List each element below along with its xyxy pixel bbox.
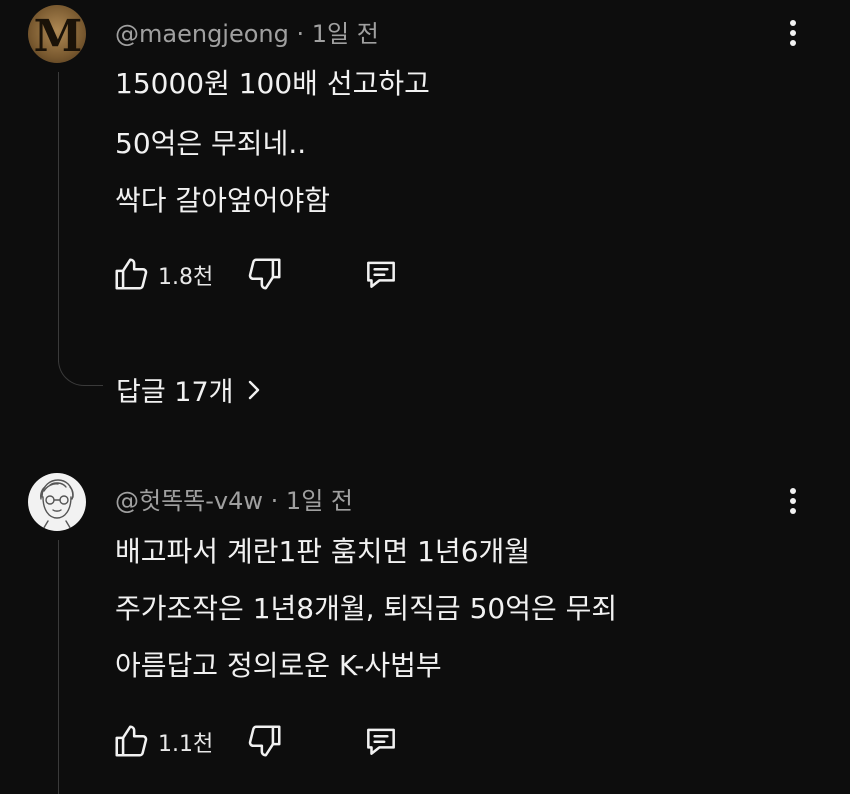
comment-time: 1일 전: [285, 487, 353, 515]
more-vert-icon[interactable]: [782, 20, 804, 54]
dislike-button[interactable]: [246, 253, 286, 293]
comment-meta: @maengjeong · 1일 전: [115, 14, 379, 49]
meta-separator: ·: [296, 20, 312, 48]
avatar[interactable]: M: [28, 5, 86, 63]
comment-text-line: 15000원 100배 선고하고: [115, 67, 430, 100]
reply-button[interactable]: [362, 253, 402, 293]
like-button[interactable]: 1.1천: [112, 720, 232, 760]
avatar[interactable]: [28, 473, 86, 531]
author-name[interactable]: @헛똑똑-v4w: [115, 487, 263, 515]
like-count: 1.1천: [158, 732, 214, 757]
comment-text-line: 싹다 갈아엎어야함: [115, 184, 330, 217]
chevron-right-icon: [247, 377, 261, 408]
view-replies-button[interactable]: 답글 17개: [116, 370, 261, 409]
thumbs-down-icon: [248, 725, 281, 757]
comment-text-line: 배고파서 계란1판 훔치면 1년6개월: [115, 535, 531, 568]
thumbs-down-icon: [248, 258, 281, 290]
reply-comment-icon: [367, 261, 395, 288]
thumbs-up-icon: [115, 258, 148, 290]
like-count: 1.8천: [158, 265, 214, 290]
thread-line: [58, 72, 59, 362]
thread-line: [58, 540, 59, 794]
comment-text-line: 주가조작은 1년8개월, 퇴직금 50억은 무죄: [115, 592, 618, 625]
dislike-button[interactable]: [246, 720, 286, 760]
reply-comment-icon: [367, 728, 395, 755]
reply-button[interactable]: [362, 720, 402, 760]
comment-meta: @헛똑똑-v4w · 1일 전: [115, 481, 353, 516]
meta-separator: ·: [270, 487, 286, 515]
avatar-letter: M: [33, 11, 83, 62]
author-name[interactable]: @maengjeong: [115, 20, 289, 48]
replies-label: 답글 17개: [116, 377, 234, 408]
more-vert-icon[interactable]: [782, 488, 804, 522]
comment-text-line: 50억은 무죄네..: [115, 127, 307, 160]
comment-text-line: 아름답고 정의로운 K-사법부: [115, 649, 442, 682]
like-button[interactable]: 1.8천: [112, 253, 232, 293]
drawn-face-avatar-icon: [40, 479, 74, 531]
thread-line-curve: [58, 355, 103, 386]
thumbs-up-icon: [115, 725, 148, 757]
comment-time: 1일 전: [311, 20, 379, 48]
